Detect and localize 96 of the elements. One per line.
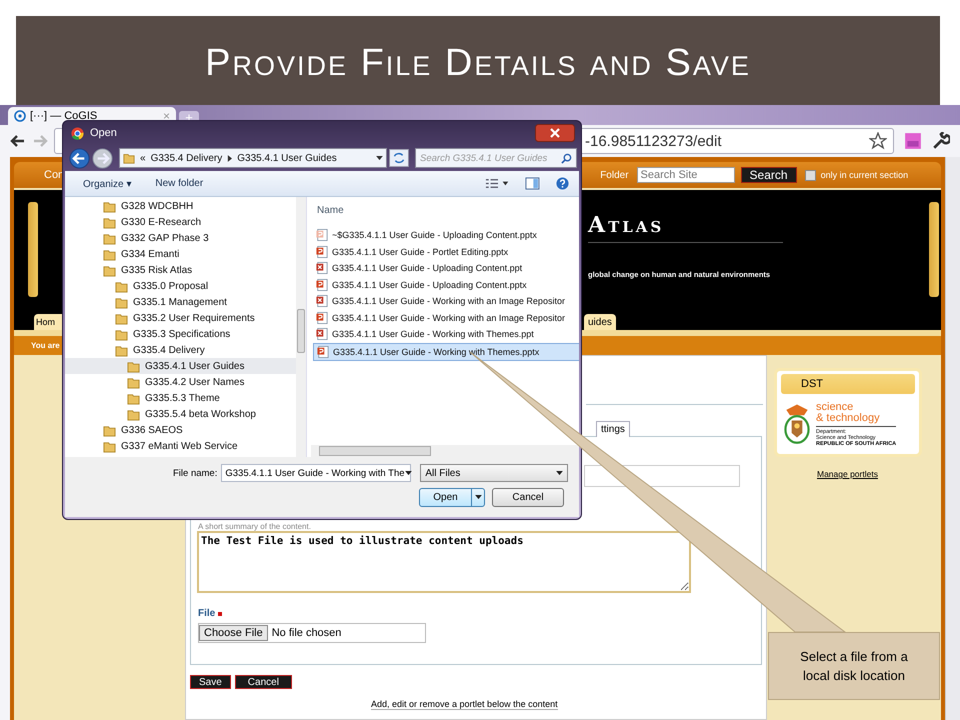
new-folder-button[interactable]: New folder [155,178,204,189]
file-input[interactable]: Choose File No file chosen [198,623,426,643]
back-icon[interactable] [69,148,90,168]
folder-icon [127,360,140,372]
file-item[interactable]: G335.4.1.1 User Guide - Uploading Content.pptx [313,276,579,293]
folder-icon [115,312,128,324]
dropdown-icon[interactable] [474,495,482,500]
chevron-icon [227,154,232,162]
folder-icon [103,232,116,244]
slide-title: Provide File Details and Save [16,16,940,105]
folder-icon [115,280,128,292]
folder-tree-item[interactable]: G330 E-Research [65,214,296,230]
scrollbar[interactable] [296,197,306,457]
extension-icon[interactable] [904,132,922,150]
column-header[interactable]: Name [317,205,579,223]
folder-tree-item[interactable]: G328 WDCBHH [65,198,296,214]
site-tab[interactable]: uides [584,314,616,330]
refresh-icon[interactable] [389,149,409,167]
folder-tree-item[interactable]: G335.4.2 User Names [65,374,296,390]
dropdown-icon[interactable] [556,470,564,476]
logo-text: science [816,402,854,413]
tab-title: [···] — CoGIS [30,110,98,122]
logo-text: & technology [816,413,881,424]
close-button[interactable] [535,124,575,142]
search-button[interactable]: Search [740,167,797,183]
folder-icon [127,392,140,404]
choose-file-button[interactable]: Choose File [199,625,268,641]
portlet-title: DST [801,378,823,390]
folder-icon [103,424,116,436]
folder-icon [103,216,116,228]
file-item[interactable]: G335.4.1.1 User Guide - Working with an Image Repositor [313,310,579,326]
cancel-button[interactable]: Cancel [492,488,564,507]
checkbox-label: only in current section [820,170,908,180]
description-field[interactable]: The Test File is used to illustrate content uploads [197,531,691,593]
folder-icon [127,408,140,420]
site-title: Atlas [588,212,666,238]
folder-tree-item[interactable]: G337 eManti Web Service [65,438,296,454]
field-label: File [198,608,216,619]
file-item[interactable]: G335.4.1.1 User Guide - Uploading Content.ppt [313,260,579,276]
open-button[interactable]: Open [419,488,485,507]
dialog-title: Open [90,127,117,139]
folder-tree-item[interactable]: G335.0 Proposal [65,278,296,294]
site-icon [14,110,26,122]
path-bar[interactable]: « G335.4 Delivery G335.4.1 User Guides [119,148,387,168]
folder-tree-item[interactable]: G336 SAEOS [65,422,296,438]
scrollbar[interactable] [945,157,960,720]
path-segment[interactable]: G335.4 Delivery [150,152,222,164]
field-label: File name: [173,468,218,478]
folder-icon [115,328,128,340]
organize-menu[interactable]: Organize ▾ [83,178,132,190]
field-hint: A short summary of the content. [198,522,311,531]
folder-icon [103,248,116,260]
forward-icon[interactable] [92,148,113,168]
file-name-field[interactable]: G335.4.1.1 User Guide - Working with The [221,464,412,482]
search-icon [561,152,572,164]
callout: Select a file from a local disk location [768,632,940,700]
app-icon [71,126,84,140]
file-item[interactable]: ~$G335.4.1.1 User Guide - Uploading Content.pptx [313,227,579,244]
folder-icon [103,200,116,212]
wrench-icon[interactable] [932,132,950,150]
folder-tree-item[interactable]: G335.5.4 beta Workshop [65,406,296,422]
folder-tree-item[interactable]: G334 Emanti [65,246,296,262]
manage-portlets-link[interactable]: Manage portlets [817,469,931,479]
folder-tree-item[interactable]: G335.1 Management [65,294,296,310]
folder-tree-item[interactable]: G335.4.1 User Guides [65,358,296,374]
folder-icon [115,296,128,308]
scrollbar[interactable] [311,445,579,457]
folder-tree-item[interactable]: G335 Risk Atlas [65,262,296,278]
save-button[interactable]: Save [190,675,231,689]
file-status: No file chosen [272,627,342,639]
portlet-link[interactable]: Add, edit or remove a portlet below the content [371,699,558,710]
help-icon[interactable] [556,177,569,190]
folder-tree-item[interactable]: G335.5.3 Theme [65,390,296,406]
folder-tree-item[interactable]: G332 GAP Phase 3 [65,230,296,246]
view-icon[interactable] [485,177,510,190]
folder-icon [123,152,135,164]
back-icon[interactable] [10,133,26,149]
star-icon[interactable] [869,132,887,150]
form-tab[interactable]: ttings [596,421,630,437]
file-item[interactable]: G335.4.1.1 User Guide - Working with an Image Repositor [313,293,579,310]
preview-pane-icon[interactable] [525,177,540,190]
checkbox[interactable] [804,170,816,180]
path-overflow[interactable]: « [140,152,146,164]
folder-icon [103,440,116,452]
breadcrumb-text: You are [31,341,60,350]
file-type-dropdown[interactable]: All Files [420,464,568,482]
folder-tree-item[interactable]: G335.4 Delivery [65,342,296,358]
file-item[interactable]: G335.4.1.1 User Guide - Working with Themes.pptx [313,342,579,361]
path-segment[interactable]: G335.4.1 User Guides [237,152,337,164]
file-item[interactable]: G335.4.1.1 User Guide - Working with Themes.ppt [313,326,579,342]
dropdown-icon[interactable] [404,470,412,476]
search-field[interactable]: Search Site [636,167,735,183]
cancel-button[interactable]: Cancel [234,675,292,689]
file-item[interactable]: G335.4.1.1 User Guide - Portlet Editing.pptx [313,244,579,260]
search-placeholder: Search G335.4.1 User Guides [420,152,548,164]
folder-icon [103,264,116,276]
